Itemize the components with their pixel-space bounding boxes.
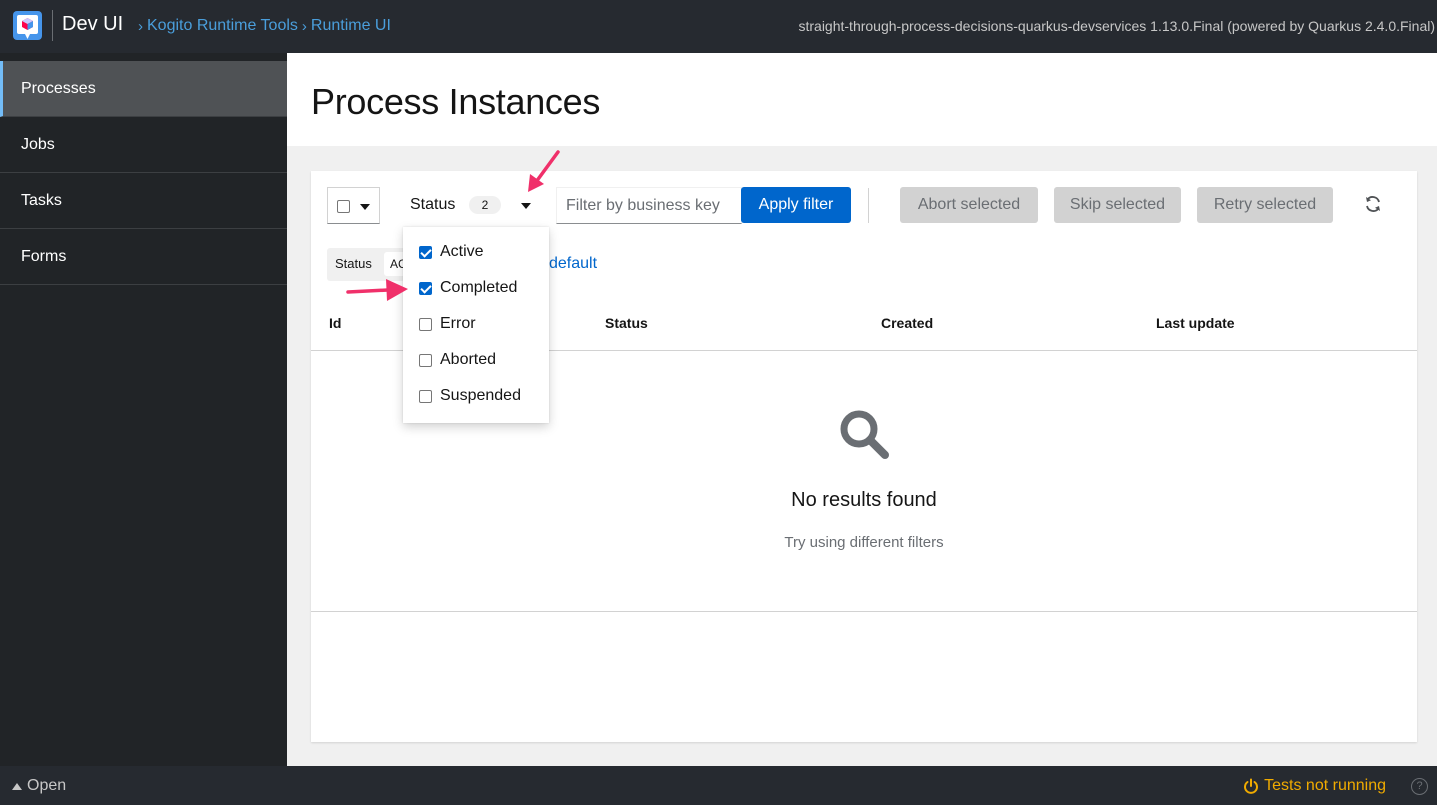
status-filter-toggle[interactable]: Status 2 [397, 187, 537, 224]
suspended-checkbox[interactable] [419, 389, 432, 403]
empty-state-title: No results found [791, 489, 937, 511]
status-option-aborted[interactable]: Aborted [419, 348, 496, 372]
open-console-button[interactable]: Open [12, 777, 66, 795]
select-all-checkbox[interactable] [337, 200, 350, 213]
breadcrumb-item-runtime-ui[interactable]: Runtime UI [311, 17, 391, 35]
status-filter-menu: Active Completed Error Aborted Suspended [403, 227, 549, 423]
reset-to-default-link[interactable]: default [549, 255, 597, 273]
active-checkbox[interactable] [419, 245, 432, 259]
header-divider [52, 10, 53, 41]
caret-down-icon[interactable] [360, 204, 370, 210]
aborted-checkbox[interactable] [419, 353, 432, 367]
toolbar-divider [868, 188, 869, 223]
brand-title[interactable]: Dev UI [62, 13, 123, 36]
quarkus-logo-icon[interactable] [13, 11, 42, 40]
caret-up-icon [12, 782, 22, 790]
breadcrumb: › Kogito Runtime Tools › Runtime UI [138, 17, 395, 35]
column-header-id[interactable]: Id [329, 315, 341, 331]
empty-state-body: Try using different filters [784, 534, 944, 551]
top-header: Dev UI › Kogito Runtime Tools › Runtime … [0, 0, 1437, 53]
help-icon[interactable]: ? [1411, 778, 1428, 795]
sidebar-item-processes[interactable]: Processes [0, 61, 287, 117]
apply-filter-button[interactable]: Apply filter [741, 187, 851, 223]
chip-group-category: Status [335, 256, 372, 271]
status-option-suspended[interactable]: Suspended [419, 384, 521, 408]
bulk-select-dropdown[interactable] [327, 187, 380, 224]
status-filter-label: Status [410, 196, 456, 213]
sidebar: Processes Jobs Tasks Forms [0, 53, 287, 766]
refresh-icon[interactable] [1363, 194, 1383, 214]
error-checkbox[interactable] [419, 317, 432, 331]
abort-selected-button[interactable]: Abort selected [900, 187, 1038, 223]
column-header-status[interactable]: Status [605, 315, 648, 331]
column-header-created[interactable]: Created [881, 315, 933, 331]
option-label: Aborted [440, 351, 497, 368]
column-header-last-update[interactable]: Last update [1156, 315, 1235, 331]
completed-checkbox[interactable] [419, 281, 432, 295]
caret-down-icon[interactable] [521, 203, 531, 209]
annotation-arrow-icon [528, 150, 560, 192]
footer-bar: Open Tests not running ? [0, 766, 1437, 805]
business-key-filter-input[interactable] [556, 187, 742, 224]
tests-status-button[interactable]: Tests not running [1243, 777, 1386, 795]
status-count-badge: 2 [469, 196, 501, 214]
chevron-right-icon: › [301, 17, 307, 35]
app-info-text: straight-through-process-decisions-quark… [798, 18, 1435, 34]
power-icon [1244, 778, 1259, 794]
retry-selected-button[interactable]: Retry selected [1197, 187, 1333, 223]
sidebar-item-jobs[interactable]: Jobs [0, 117, 287, 173]
sidebar-item-tasks[interactable]: Tasks [0, 173, 287, 229]
search-icon [840, 410, 889, 459]
status-option-completed[interactable]: Completed [419, 276, 517, 300]
status-option-active[interactable]: Active [419, 240, 484, 264]
sidebar-item-forms[interactable]: Forms [0, 229, 287, 285]
page-title: Process Instances [311, 81, 601, 122]
option-label: Suspended [440, 387, 521, 404]
page-header: Process Instances [287, 53, 1437, 146]
chevron-right-icon: › [138, 17, 143, 35]
status-option-error[interactable]: Error [419, 312, 476, 336]
option-label: Active [440, 243, 484, 260]
breadcrumb-item-kogito[interactable]: Kogito Runtime Tools [147, 17, 298, 35]
skip-selected-button[interactable]: Skip selected [1054, 187, 1181, 223]
table-bottom-divider [311, 611, 1417, 612]
annotation-arrow-icon [346, 279, 408, 301]
open-label: Open [27, 777, 67, 794]
tests-status-label: Tests not running [1264, 777, 1386, 794]
option-label: Completed [440, 279, 518, 296]
option-label: Error [440, 315, 476, 332]
